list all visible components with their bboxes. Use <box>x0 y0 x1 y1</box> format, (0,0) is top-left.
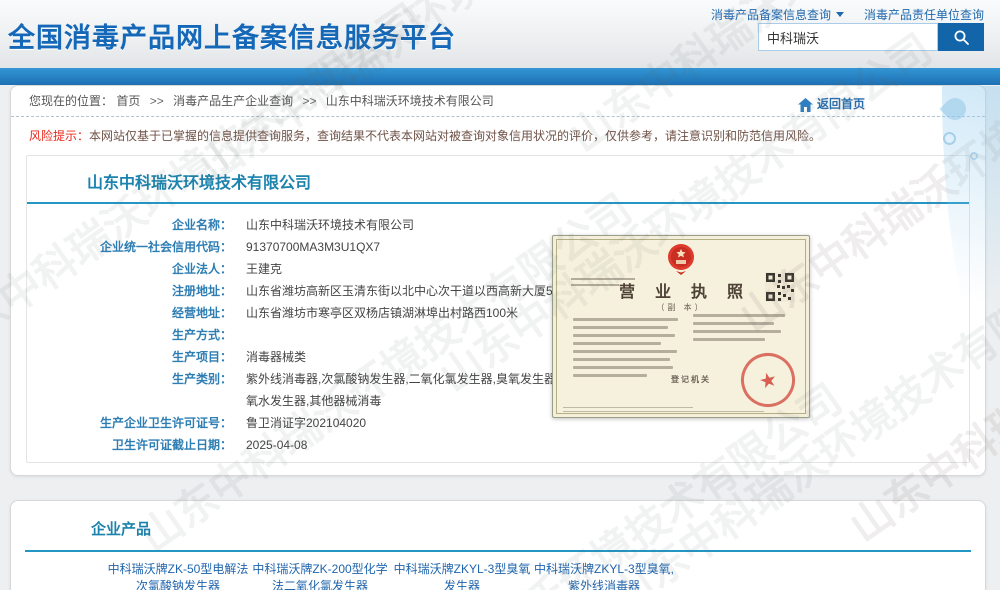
nav-responsible-unit-query[interactable]: 消毒产品责任单位查询 <box>864 6 984 23</box>
field-label: 企业统一社会信用代码： <box>27 236 232 258</box>
field-label: 注册地址： <box>27 280 232 302</box>
field-label: 生产类别： <box>27 368 232 412</box>
products-panel: 企业产品 中科瑞沃牌ZK-50型电解法次氯酸钠发生器 中科瑞沃牌ZK-200型化… <box>10 500 986 590</box>
license-text-lines <box>573 318 678 382</box>
products-title: 企业产品 <box>91 518 985 539</box>
search-input[interactable] <box>758 23 938 51</box>
breadcrumb-separator: >> <box>302 94 316 108</box>
field-label: 卫生许可证截止日期： <box>27 434 232 456</box>
section-divider <box>27 202 969 204</box>
back-home-link[interactable]: 返回首页 <box>798 89 865 120</box>
field-value: 山东省潍坊市寒亭区双杨店镇湖淋埠出村路西100米 <box>246 302 518 324</box>
page: 山东中科瑞沃环境技术有限公司 山东中科瑞沃环境技术有限公司 山东中科瑞沃环境技术… <box>0 0 1000 590</box>
breadcrumb-enterprise-query-link[interactable]: 消毒产品生产企业查询 <box>173 94 293 108</box>
product-link[interactable]: 中科瑞沃牌ZKYL-3型臭氧,紫外线消毒器 <box>533 561 675 590</box>
field-value: 91370700MA3M3U1QX7 <box>246 236 380 258</box>
product-link[interactable]: 中科瑞沃牌ZKYL-3型臭氧发生器 <box>391 561 533 590</box>
breadcrumb-current: 山东中科瑞沃环境技术有限公司 <box>326 94 494 108</box>
product-link[interactable]: 中科瑞沃牌ZK-50型电解法次氯酸钠发生器 <box>107 561 249 590</box>
qr-code <box>765 272 795 302</box>
company-title: 山东中科瑞沃环境技术有限公司 <box>87 169 969 193</box>
license-issuer-label: 登记机关 <box>671 374 711 385</box>
breadcrumb-separator: >> <box>150 94 164 108</box>
field-value: 鲁卫消证字202104020 <box>246 412 366 434</box>
license-footer-lines <box>563 404 799 412</box>
home-icon <box>798 98 813 112</box>
field-row-credit-code: 企业统一社会信用代码： 91370700MA3M3U1QX7 <box>27 236 969 258</box>
field-row-registered-address: 注册地址： 山东省潍坊高新区玉清东街以北中心次干道以西高新大厦502房间 <box>27 280 969 302</box>
search-bar <box>758 23 984 51</box>
section-divider <box>25 550 971 552</box>
field-row-business-address: 经营地址： 山东省潍坊市寒亭区双杨店镇湖淋埠出村路西100米 <box>27 302 969 324</box>
field-value: 紫外线消毒器,次氯酸钠发生器,二氧化氯发生器,臭氧发生器、臭氧水发生器,其他器械… <box>246 368 591 412</box>
site-title: 全国消毒产品网上备案信息服务平台 <box>8 16 456 55</box>
field-row-production-category: 生产类别： 紫外线消毒器,次氯酸钠发生器,二氧化氯发生器,臭氧发生器、臭氧水发生… <box>27 368 969 412</box>
field-label: 企业名称： <box>27 214 232 236</box>
field-row-production-project: 生产项目： 消毒器械类 <box>27 346 969 368</box>
field-row-hygiene-license-no: 生产企业卫生许可证号： 鲁卫消证字202104020 <box>27 412 969 434</box>
breadcrumb-home-link[interactable]: 首页 <box>116 94 140 108</box>
red-seal: ★ <box>735 347 800 412</box>
license-code-lines <box>571 278 641 290</box>
top-nav: 消毒产品备案信息查询 消毒产品责任单位查询 <box>711 6 984 23</box>
license-subtitle: （副 本） <box>553 302 809 313</box>
field-value: 消毒器械类 <box>246 346 306 368</box>
nav-record-info-query[interactable]: 消毒产品备案信息查询 <box>711 6 844 23</box>
field-row-production-method: 生产方式： <box>27 324 969 346</box>
national-emblem-icon <box>666 243 696 277</box>
field-label: 生产企业卫生许可证号： <box>27 412 232 434</box>
header-divider-bar <box>0 68 1000 85</box>
field-value: 2025-04-08 <box>246 434 307 456</box>
field-label: 生产项目： <box>27 346 232 368</box>
chevron-down-icon <box>836 12 844 17</box>
search-button[interactable] <box>938 23 984 51</box>
main-panel: 您现在的位置： 首页 >> 消毒产品生产企业查询 >> 山东中科瑞沃环境技术有限… <box>10 85 986 476</box>
license-text-lines <box>693 314 785 346</box>
risk-notice: 风险提示：本网站仅基于已掌握的信息提供查询服务，查询结果不代表本网站对被查询对象… <box>11 117 985 146</box>
field-row-license-expiry-date: 卫生许可证截止日期： 2025-04-08 <box>27 434 969 456</box>
field-value: 王建克 <box>246 258 282 280</box>
field-value: 山东省潍坊高新区玉清东街以北中心次干道以西高新大厦502房间 <box>246 280 590 302</box>
products-row: 中科瑞沃牌ZK-50型电解法次氯酸钠发生器 中科瑞沃牌ZK-200型化学法二氧化… <box>11 561 985 590</box>
field-label: 企业法人： <box>27 258 232 280</box>
field-value: 山东中科瑞沃环境技术有限公司 <box>246 214 414 236</box>
risk-notice-label: 风险提示： <box>29 129 89 143</box>
business-license-image: 营 业 执 照 （副 本） <box>552 235 810 418</box>
breadcrumb-prefix: 您现在的位置： <box>29 94 113 108</box>
product-link[interactable]: 中科瑞沃牌ZK-200型化学法二氧化氯发生器 <box>249 561 391 590</box>
risk-notice-text: 本网站仅基于已掌握的信息提供查询服务，查询结果不代表本网站对被查询对象信用状况的… <box>89 129 821 143</box>
field-label: 经营地址： <box>27 302 232 324</box>
field-label: 生产方式： <box>27 324 232 346</box>
company-info-box: 山东中科瑞沃环境技术有限公司 企业名称： 山东中科瑞沃环境技术有限公司 企业统一… <box>26 155 970 463</box>
field-row-legal-person: 企业法人： 王建克 <box>27 258 969 280</box>
search-icon <box>953 29 970 46</box>
field-row-company-name: 企业名称： 山东中科瑞沃环境技术有限公司 <box>27 214 969 236</box>
header: 全国消毒产品网上备案信息服务平台 消毒产品备案信息查询 消毒产品责任单位查询 <box>0 0 1000 68</box>
breadcrumb: 您现在的位置： 首页 >> 消毒产品生产企业查询 >> 山东中科瑞沃环境技术有限… <box>11 86 985 117</box>
